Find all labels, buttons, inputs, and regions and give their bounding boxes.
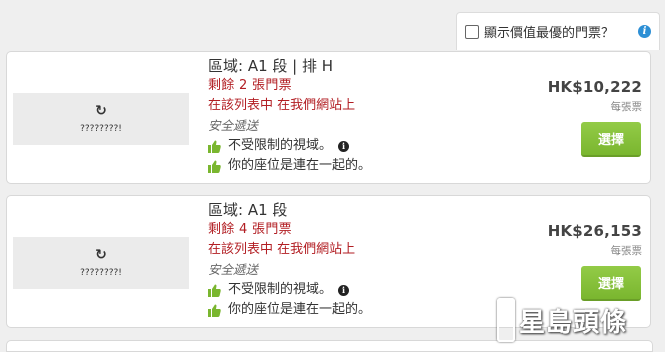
per-ticket-label: 每張票 — [610, 245, 643, 257]
feature-seats-together: 你的座位是連在一起的。 — [208, 300, 371, 320]
seat-map-thumbnail[interactable]: ↻ ????????! — [13, 237, 189, 289]
feature-text: 你的座位是連在一起的。 — [228, 158, 372, 173]
price-box: HK$26,153 每張票 — [548, 222, 642, 258]
listing-card[interactable]: ↻ ????????! 區域: A1 段 | 排 H 剩餘 2 張門票 在該列表… — [6, 51, 651, 184]
listing-info: 區域: A1 段 剩餘 4 張門票 在該列表中 在我們網站上 安全遞送 不受限制… — [208, 200, 371, 320]
watermark: 星島頭條 — [497, 296, 659, 344]
price-box: HK$10,222 每張票 — [548, 78, 642, 114]
thumbs-up-icon — [208, 284, 221, 297]
best-value-label: 顯示價值最優的門票？ — [484, 26, 615, 41]
listing-note: 在該列表中 在我們網站上 — [208, 242, 356, 257]
listing-info: 區域: A1 段 | 排 H 剩餘 2 張門票 在該列表中 在我們網站上 安全遞… — [208, 56, 371, 176]
thumbs-up-icon — [208, 304, 221, 317]
best-value-checkbox[interactable] — [465, 24, 479, 39]
refresh-icon[interactable]: ↻ — [95, 104, 107, 118]
info-icon[interactable]: i — [638, 25, 651, 38]
feature-text: 你的座位是連在一起的。 — [228, 302, 372, 317]
info-icon[interactable]: i — [338, 140, 350, 152]
select-button[interactable]: 選擇 — [581, 122, 641, 157]
feature-text: 不受限制的視域。 — [228, 282, 333, 297]
listing-note: 在該列表中 在我們網站上 — [208, 98, 356, 113]
feature-unrestricted-view: 不受限制的視域。 i — [208, 136, 371, 156]
watermark-text: 星島頭條 — [519, 307, 628, 338]
feature-seats-together: 你的座位是連在一起的。 — [208, 156, 371, 176]
tickets-remaining: 剩餘 2 張門票 — [208, 78, 292, 93]
info-icon[interactable]: i — [338, 284, 350, 296]
feature-text: 不受限制的視域。 — [228, 138, 333, 153]
map-placeholder-text: ????????! — [80, 124, 122, 134]
best-value-filter[interactable]: 顯示價值最優的門票？ i — [456, 12, 660, 50]
delivery-label: 安全遞送 — [208, 118, 259, 133]
per-ticket-label: 每張票 — [610, 101, 643, 113]
seat-map-thumbnail[interactable]: ↻ ????????! — [13, 93, 189, 145]
zone-label: 區域: A1 段 — [208, 201, 288, 219]
watermark-logo-icon — [497, 298, 515, 342]
thumbs-up-icon — [208, 160, 221, 173]
thumbs-up-icon — [208, 140, 221, 153]
refresh-icon[interactable]: ↻ — [95, 248, 107, 262]
zone-label: 區域: A1 段 | 排 H — [208, 57, 334, 75]
map-placeholder-text: ????????! — [80, 268, 122, 278]
delivery-label: 安全遞送 — [208, 262, 259, 277]
tickets-remaining: 剩餘 4 張門票 — [208, 222, 292, 237]
feature-unrestricted-view: 不受限制的視域。 i — [208, 280, 371, 300]
ticket-price: HK$26,153 — [547, 222, 642, 240]
ticket-price: HK$10,222 — [547, 78, 642, 96]
